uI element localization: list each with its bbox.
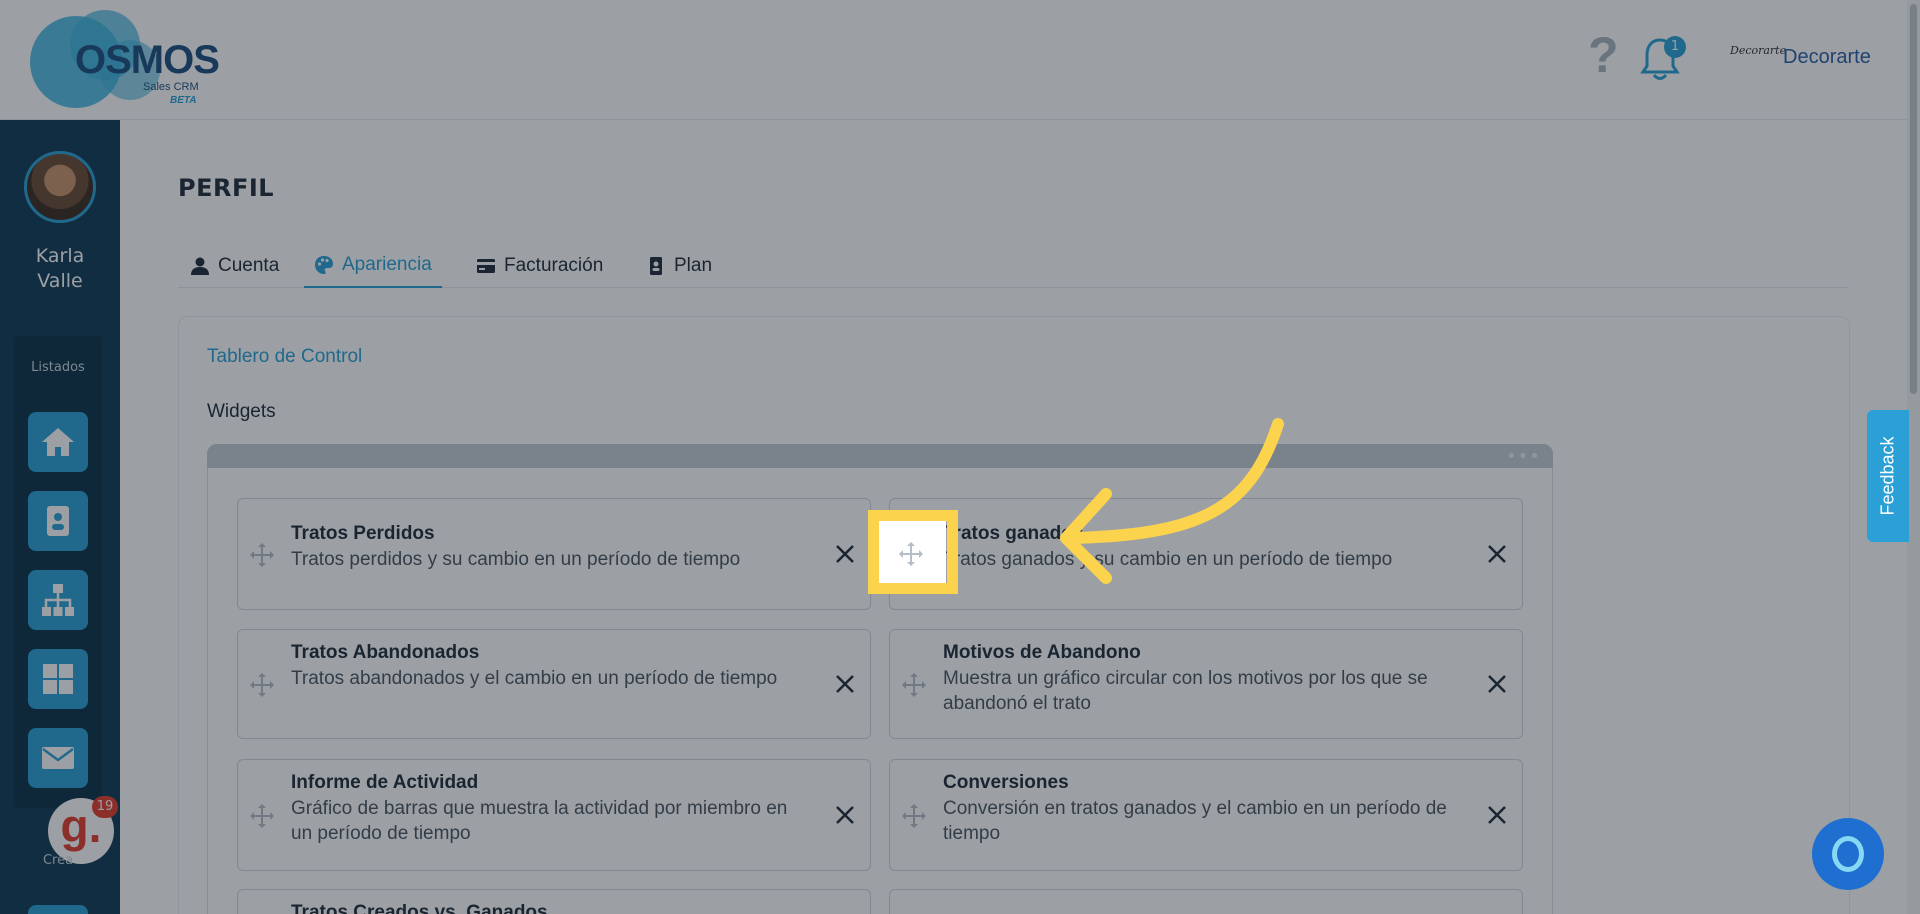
- widget-grid-handle[interactable]: [207, 444, 1553, 468]
- widget-card[interactable]: Tratos Abandonados Tratos abandonados y …: [237, 629, 871, 739]
- widget-card[interactable]: Tratos Perdidos Tratos perdidos y su cam…: [237, 498, 871, 610]
- org-chart-icon: [42, 584, 74, 616]
- widget-description: Gráfico de barras que muestra la activid…: [291, 798, 788, 844]
- feedback-label: Feedback: [1877, 436, 1898, 516]
- close-icon[interactable]: [1486, 673, 1508, 695]
- tab-apariencia[interactable]: Apariencia: [304, 244, 442, 288]
- mail-icon: [42, 747, 74, 769]
- tab-label: Cuenta: [218, 255, 280, 276]
- sidebar-item-mail[interactable]: [28, 728, 88, 788]
- pointer-arrow-icon: [1060, 418, 1284, 584]
- widget-card[interactable]: Tratos Creados vs. Ganados: [237, 889, 871, 914]
- sidebar-item-contacts[interactable]: [28, 491, 88, 551]
- id-badge-icon: [650, 257, 662, 275]
- logo-text: OSMOS: [75, 38, 220, 82]
- tab-facturacion[interactable]: Facturación: [476, 244, 603, 288]
- widget-title: Informe de Actividad: [291, 772, 479, 793]
- chat-launcher-button[interactable]: [1812, 818, 1884, 890]
- widget-card[interactable]: Informe de Actividad Gráfico de barras q…: [237, 759, 871, 871]
- logo-beta: BETA: [170, 95, 197, 106]
- dashboard-link[interactable]: Tablero de Control: [207, 346, 362, 368]
- move-icon[interactable]: [248, 671, 276, 699]
- user-first-name: Karla: [35, 245, 85, 267]
- widget-description: Tratos perdidos y su cambio en un períod…: [291, 549, 741, 570]
- close-icon[interactable]: [834, 804, 856, 826]
- widget-description: Tratos abandonados y el cambio en un per…: [291, 668, 778, 689]
- sidebar-section-label: Listados: [31, 360, 85, 375]
- sidebar-item-dashboard[interactable]: [28, 649, 88, 709]
- question-mark-icon[interactable]: ?: [1588, 30, 1619, 80]
- profile-tabs: Cuenta Apariencia Facturación Plan: [178, 244, 1848, 288]
- brand-name[interactable]: Decorarte: [1783, 46, 1871, 69]
- osmos-logo[interactable]: OSMOS Sales CRM BETA: [30, 10, 220, 110]
- tab-label: Apariencia: [342, 254, 432, 275]
- widget-card[interactable]: [889, 889, 1523, 914]
- grammarly-count: 19: [92, 796, 118, 818]
- tab-plan[interactable]: Plan: [646, 244, 712, 288]
- widget-description: Muestra un gráfico circular con los moti…: [943, 668, 1428, 714]
- avatar[interactable]: [24, 151, 96, 223]
- widget-title: Motivos de Abandono: [943, 642, 1141, 663]
- widget-title: Tratos Creados vs. Ganados: [291, 902, 548, 914]
- move-icon[interactable]: [900, 802, 928, 830]
- widget-description: Conversión en tratos ganados y el cambio…: [943, 798, 1447, 844]
- widget-card[interactable]: Conversiones Conversión en tratos ganado…: [889, 759, 1523, 871]
- user-last-name: Valle: [37, 270, 83, 292]
- logo-subtitle: Sales CRM: [143, 81, 199, 93]
- user-name: Karla Valle: [0, 244, 120, 294]
- more-options-icon[interactable]: •••: [1506, 446, 1541, 467]
- credit-card-icon: [477, 259, 495, 273]
- widget-card[interactable]: Motivos de Abandono Muestra un gráfico c…: [889, 629, 1523, 739]
- widget-title: Tratos Abandonados: [291, 642, 480, 663]
- close-icon[interactable]: [1486, 543, 1508, 565]
- tab-label: Plan: [674, 255, 713, 276]
- home-icon: [42, 428, 74, 456]
- user-icon: [191, 257, 209, 275]
- tab-label: Facturación: [504, 255, 604, 276]
- highlight-frame: [868, 510, 958, 594]
- page-title: PERFIL: [178, 174, 275, 202]
- widget-title: Conversiones: [943, 772, 1069, 793]
- close-icon[interactable]: [834, 543, 856, 565]
- sidebar-item-home[interactable]: [28, 412, 88, 472]
- scrollbar-thumb[interactable]: [1910, 4, 1917, 394]
- brand-logo: Decorarte: [1730, 44, 1787, 57]
- close-icon[interactable]: [834, 673, 856, 695]
- close-icon[interactable]: [1486, 804, 1508, 826]
- move-icon[interactable]: [248, 802, 276, 830]
- top-header: OSMOS Sales CRM BETA ? 1 Decorarte Decor…: [0, 0, 1920, 120]
- contact-card-icon: [47, 506, 69, 536]
- widget-title: Tratos Perdidos: [291, 523, 435, 544]
- move-icon[interactable]: [248, 541, 276, 569]
- notification-count-badge: 1: [1664, 36, 1686, 58]
- sidebar-create-label: Crea: [42, 853, 74, 868]
- sidebar-item-create[interactable]: [28, 905, 88, 914]
- move-icon[interactable]: [900, 671, 928, 699]
- widgets-heading: Widgets: [207, 401, 276, 422]
- palette-icon: [315, 256, 333, 274]
- dashboard-grid-icon: [43, 664, 73, 694]
- sidebar-item-organization[interactable]: [28, 570, 88, 630]
- tab-cuenta[interactable]: Cuenta: [190, 244, 279, 288]
- feedback-button[interactable]: Feedback: [1867, 410, 1909, 542]
